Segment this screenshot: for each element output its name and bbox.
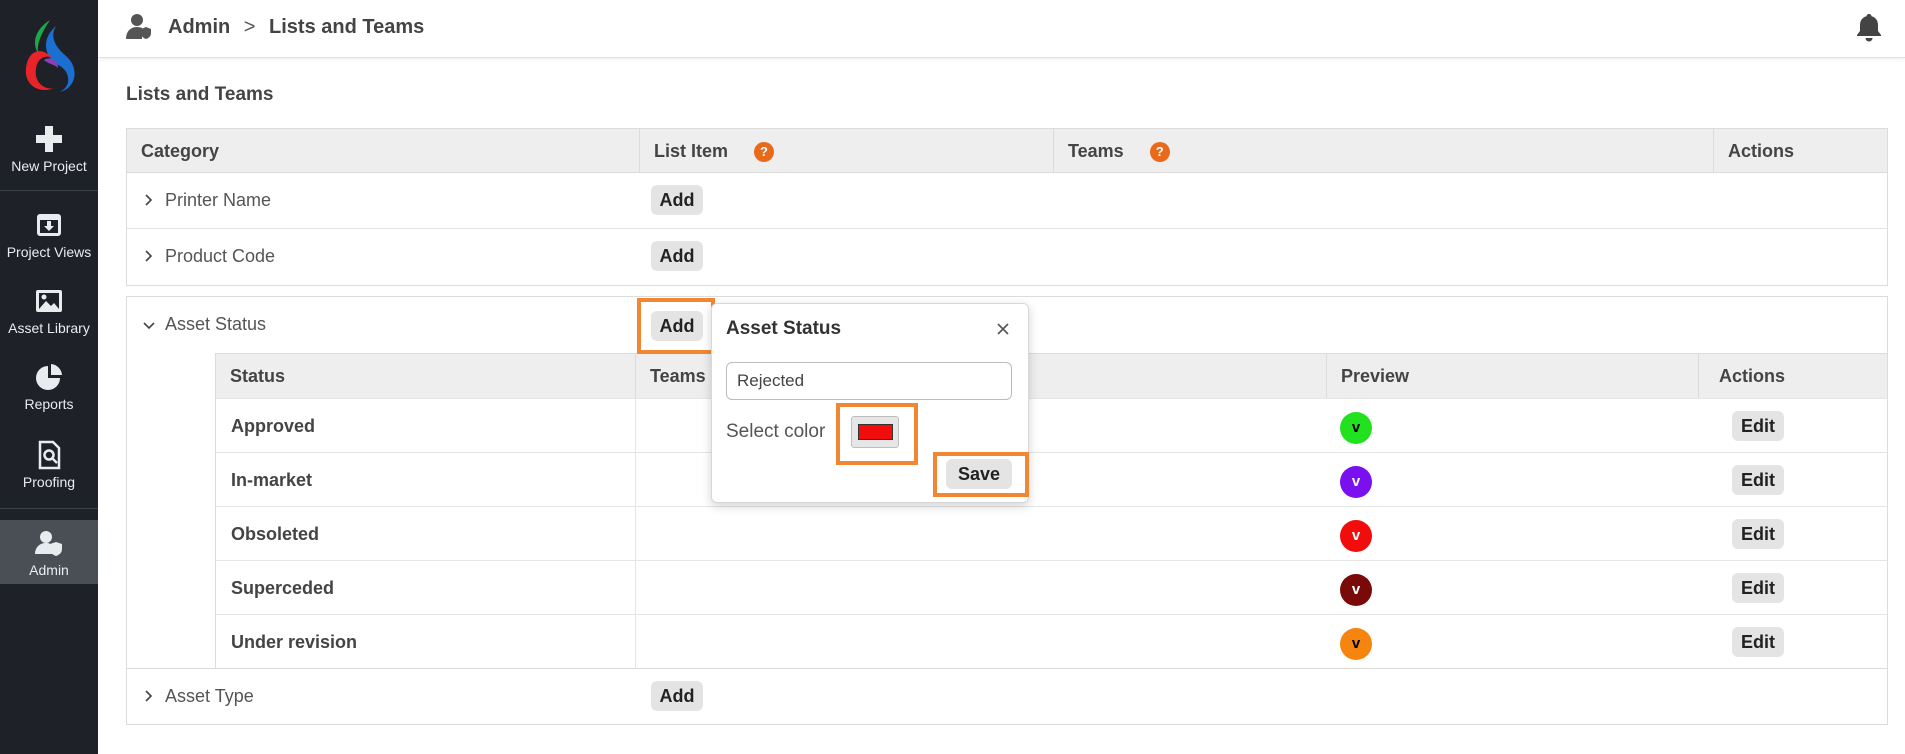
nav-label: New Project: [11, 158, 87, 174]
add-button[interactable]: Add: [651, 681, 703, 711]
status-name: Approved: [231, 416, 316, 436]
add-button[interactable]: Add: [651, 241, 703, 271]
nav-reports[interactable]: Reports: [0, 362, 98, 412]
status-preview-badge: v: [1340, 466, 1372, 498]
category-row: Printer Name Add: [127, 173, 1887, 229]
breadcrumb-admin[interactable]: Admin: [168, 16, 230, 38]
sidebar: New Project Project Views Asset Library …: [0, 0, 98, 754]
column-header-category: Category: [141, 141, 220, 161]
breadcrumb-separator: >: [243, 16, 256, 38]
sidebar-divider: [0, 508, 98, 509]
status-name-input[interactable]: [726, 362, 1012, 400]
nav-project-views[interactable]: Project Views: [0, 210, 98, 260]
chevron-right-icon[interactable]: [143, 249, 155, 263]
column-header-preview: Preview: [1326, 354, 1409, 398]
chevron-right-icon[interactable]: [143, 689, 155, 703]
nav-label: Admin: [29, 562, 69, 578]
add-button[interactable]: Add: [651, 185, 703, 215]
chevron-down-icon[interactable]: [143, 319, 155, 333]
status-row: In-market v Edit: [216, 452, 1887, 507]
column-header-status: Status: [230, 366, 286, 386]
edit-button[interactable]: Edit: [1732, 573, 1784, 603]
status-row: Under revision v Edit: [216, 614, 1887, 669]
column-header-label: List Item: [654, 141, 729, 161]
table-header: Category List Item? Teams? Actions: [127, 129, 1887, 173]
user-shield-icon: [35, 531, 62, 556]
help-icon[interactable]: ?: [754, 142, 775, 162]
document-search-icon: [38, 440, 61, 470]
asset-status-table: Status Teams Preview Actions Approved v …: [215, 353, 1887, 669]
column-header-actions: Actions: [1713, 129, 1889, 173]
status-preview-badge: v: [1340, 628, 1372, 660]
column-header-list-item: List Item?: [639, 129, 1053, 173]
top-bar: Admin > Lists and Teams: [98, 0, 1905, 58]
category-label[interactable]: Asset Status: [165, 314, 266, 335]
nav-asset-library[interactable]: Asset Library: [0, 286, 98, 336]
category-row: Asset Type Add: [127, 668, 1887, 724]
page-title: Lists and Teams: [126, 84, 274, 105]
category-label[interactable]: Printer Name: [165, 190, 271, 211]
status-row: Superceded v Edit: [216, 560, 1887, 615]
sidebar-divider: [0, 190, 98, 191]
bell-icon[interactable]: [1855, 12, 1883, 42]
status-name: Under revision: [231, 632, 358, 652]
highlight-add-button: [637, 298, 715, 354]
plus-icon: [36, 126, 62, 152]
edit-button[interactable]: Edit: [1732, 465, 1784, 495]
highlight-save-button: [933, 452, 1029, 497]
column-header-actions: Actions: [1698, 354, 1785, 398]
category-label[interactable]: Asset Type: [165, 686, 254, 707]
nav-label: Project Views: [6, 244, 92, 260]
breadcrumb-current: Lists and Teams: [269, 16, 425, 38]
nav-proofing[interactable]: Proofing: [0, 440, 98, 490]
pie-chart-icon: [36, 364, 62, 390]
image-icon: [36, 290, 62, 312]
column-header-label: Teams: [1068, 141, 1124, 161]
status-preview-badge: v: [1340, 520, 1372, 552]
edit-button[interactable]: Edit: [1732, 627, 1784, 657]
status-row: Approved v Edit: [216, 398, 1887, 453]
sub-table-header: Status Teams Preview Actions: [216, 354, 1887, 398]
nav-label: Asset Library: [8, 320, 90, 336]
breadcrumb: Admin > Lists and Teams: [168, 16, 424, 39]
inbox-download-icon: [37, 214, 61, 236]
highlight-color-picker: [836, 403, 918, 465]
column-header-teams: Teams: [635, 354, 706, 398]
popover-title: Asset Status: [726, 318, 842, 339]
status-name: Superceded: [231, 578, 335, 598]
category-label[interactable]: Product Code: [165, 246, 275, 267]
nav-label: Proofing: [22, 474, 76, 490]
nav-new-project[interactable]: New Project: [0, 124, 98, 174]
categories-table: Category List Item? Teams? Actions Print…: [126, 128, 1888, 286]
app-logo-icon[interactable]: [20, 16, 78, 96]
status-preview-badge: v: [1340, 574, 1372, 606]
status-row: Obsoleted v Edit: [216, 506, 1887, 561]
status-preview-badge: v: [1340, 412, 1372, 444]
edit-button[interactable]: Edit: [1732, 411, 1784, 441]
help-icon[interactable]: ?: [1149, 142, 1170, 162]
admin-user-icon: [126, 14, 151, 39]
nav-admin[interactable]: Admin: [0, 520, 98, 584]
status-name: Obsoleted: [231, 524, 320, 544]
chevron-right-icon[interactable]: [143, 193, 155, 207]
column-header-teams: Teams?: [1053, 129, 1713, 173]
select-color-label: Select color: [726, 421, 826, 442]
category-row: Product Code Add: [127, 229, 1887, 285]
nav-label: Reports: [24, 396, 74, 412]
close-icon[interactable]: [996, 322, 1010, 336]
edit-button[interactable]: Edit: [1732, 519, 1784, 549]
status-name: In-market: [231, 470, 313, 490]
